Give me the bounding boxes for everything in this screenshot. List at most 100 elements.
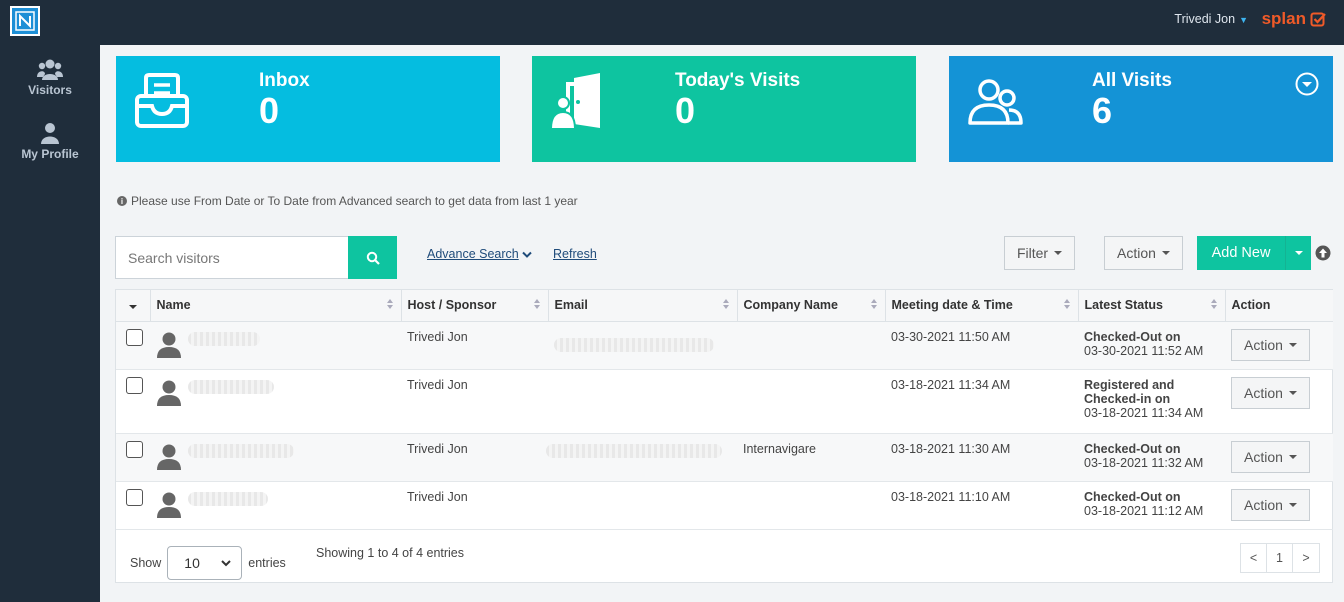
show-label: Show <box>130 556 162 570</box>
sort-icon <box>1063 299 1070 309</box>
caret-down-icon <box>1288 342 1297 347</box>
avatar-icon <box>157 444 181 470</box>
search-button[interactable] <box>348 236 397 279</box>
meeting-cell: 03-18-2021 11:34 AM <box>885 369 1078 434</box>
app-logo[interactable] <box>10 6 40 36</box>
avatar-icon <box>157 332 181 358</box>
column-header-name[interactable]: Name <box>150 290 402 322</box>
user-name: Trivedi Jon <box>1174 12 1236 26</box>
column-header-company[interactable]: Company Name <box>737 290 886 322</box>
search-field[interactable] <box>115 236 349 279</box>
host-cell: Trivedi Jon <box>401 321 548 370</box>
user-menu[interactable]: Trivedi Jon ▼ <box>1174 12 1248 26</box>
column-label: Meeting date & Time <box>891 298 1013 313</box>
visitors-table-container: Name Host / Sponsor Email Company Name M… <box>115 289 1333 583</box>
avatar-icon <box>157 380 181 406</box>
meeting-cell: 03-18-2021 11:30 AM <box>885 433 1078 482</box>
status-date: 03-18-2021 11:12 AM <box>1084 503 1204 518</box>
row-checkbox[interactable] <box>126 440 143 458</box>
sort-icon <box>870 299 877 309</box>
advance-search-link[interactable]: Advance Search <box>427 247 532 261</box>
search-input[interactable] <box>116 237 349 278</box>
caret-down-icon <box>1288 390 1297 395</box>
status-cell: Checked-Out on 03-18-2021 11:12 AM <box>1078 481 1225 530</box>
page-length-select[interactable]: 10 <box>167 546 243 580</box>
add-new-button[interactable]: Add New <box>1197 236 1285 270</box>
chevron-down-icon <box>522 251 532 258</box>
entries-label: entries <box>248 556 286 570</box>
redacted-name <box>188 331 260 346</box>
column-label: Email <box>554 298 588 313</box>
caret-down-icon <box>1161 251 1170 255</box>
sort-icon <box>533 299 540 309</box>
filter-label: Filter <box>1016 245 1049 261</box>
todays-visits-card[interactable]: Today's Visits 0 <box>532 56 916 162</box>
row-checkbox[interactable] <box>126 328 143 346</box>
status-label: Checked-Out on <box>1084 329 1181 344</box>
sidebar: Visitors My Profile <box>0 45 100 602</box>
inbox-label: Inbox <box>259 70 310 91</box>
sidebar-item-label: Visitors <box>28 82 72 97</box>
host-cell: Trivedi Jon <box>401 369 548 434</box>
column-header-status[interactable]: Latest Status <box>1078 290 1226 322</box>
arrow-up-circle-icon[interactable] <box>1315 245 1331 261</box>
all-visits-card[interactable]: All Visits 6 <box>949 56 1333 162</box>
column-header-meeting[interactable]: Meeting date & Time <box>885 290 1079 322</box>
chevron-down-circle-icon[interactable] <box>1295 72 1319 96</box>
filter-button[interactable]: Filter <box>1004 236 1075 270</box>
host-cell: Trivedi Jon <box>401 433 548 482</box>
todays-visits-label: Today's Visits <box>675 70 801 91</box>
row-action-button[interactable]: Action <box>1231 488 1310 521</box>
status-label: Checked-Out on <box>1084 441 1181 456</box>
action-label: Action <box>1244 496 1283 513</box>
column-label: Host / Sponsor <box>407 298 497 313</box>
check-square-icon <box>1310 12 1326 27</box>
sidebar-item-my-profile[interactable]: My Profile <box>0 109 100 173</box>
caret-down-icon <box>128 305 137 310</box>
action-label: Action <box>1244 384 1283 401</box>
brand-logo: splan <box>1262 9 1326 29</box>
chevron-down-icon <box>221 559 231 566</box>
company-cell <box>737 369 885 434</box>
select-all-toggle[interactable] <box>116 290 151 322</box>
brand-name: splan <box>1261 9 1306 28</box>
next-page-button[interactable]: > <box>1293 544 1319 572</box>
column-header-host[interactable]: Host / Sponsor <box>401 290 549 322</box>
bulk-action-button[interactable]: Action <box>1104 236 1183 270</box>
row-action-button[interactable]: Action <box>1231 328 1310 361</box>
caret-down-icon <box>1294 251 1303 255</box>
column-label: Company Name <box>743 298 838 313</box>
all-visits-count: 6 <box>1092 90 1113 131</box>
prev-page-button[interactable]: < <box>1241 544 1267 572</box>
todays-visits-count: 0 <box>675 90 696 131</box>
status-date: 03-18-2021 11:34 AM <box>1084 405 1204 420</box>
company-cell <box>737 321 885 370</box>
refresh-link[interactable]: Refresh <box>553 247 597 261</box>
column-label: Action <box>1231 298 1271 313</box>
status-date: 03-18-2021 11:32 AM <box>1084 455 1204 470</box>
table-row: Trivedi Jon 03-18-2021 11:10 AM Checked-… <box>116 481 1333 530</box>
row-checkbox[interactable] <box>126 488 143 506</box>
company-cell <box>737 481 885 530</box>
inbox-count: 0 <box>259 90 280 131</box>
add-new-dropdown-toggle[interactable] <box>1285 236 1311 270</box>
meeting-cell: 03-30-2021 11:50 AM <box>885 321 1078 370</box>
status-date: 03-30-2021 11:52 AM <box>1084 343 1204 358</box>
meeting-cell: 03-18-2021 11:10 AM <box>885 481 1078 530</box>
row-checkbox[interactable] <box>126 376 143 394</box>
sidebar-item-visitors[interactable]: Visitors <box>0 45 100 109</box>
redacted-name <box>188 379 274 394</box>
all-visits-label: All Visits <box>1092 70 1172 91</box>
row-action-button[interactable]: Action <box>1231 376 1310 409</box>
sidebar-item-label: My Profile <box>21 146 79 161</box>
page-1-button[interactable]: 1 <box>1267 544 1293 572</box>
redacted-name <box>188 443 294 458</box>
column-header-email[interactable]: Email <box>548 290 738 322</box>
inbox-card[interactable]: Inbox 0 <box>116 56 500 162</box>
status-label: Checked-Out on <box>1084 489 1181 504</box>
table-header-row: Name Host / Sponsor Email Company Name M… <box>116 290 1333 322</box>
row-action-button[interactable]: Action <box>1231 440 1310 473</box>
table-info: Showing 1 to 4 of 4 entries <box>316 546 465 560</box>
user-icon <box>41 122 59 144</box>
table-row: Trivedi Jon 03-18-2021 11:34 AM Register… <box>116 369 1333 434</box>
